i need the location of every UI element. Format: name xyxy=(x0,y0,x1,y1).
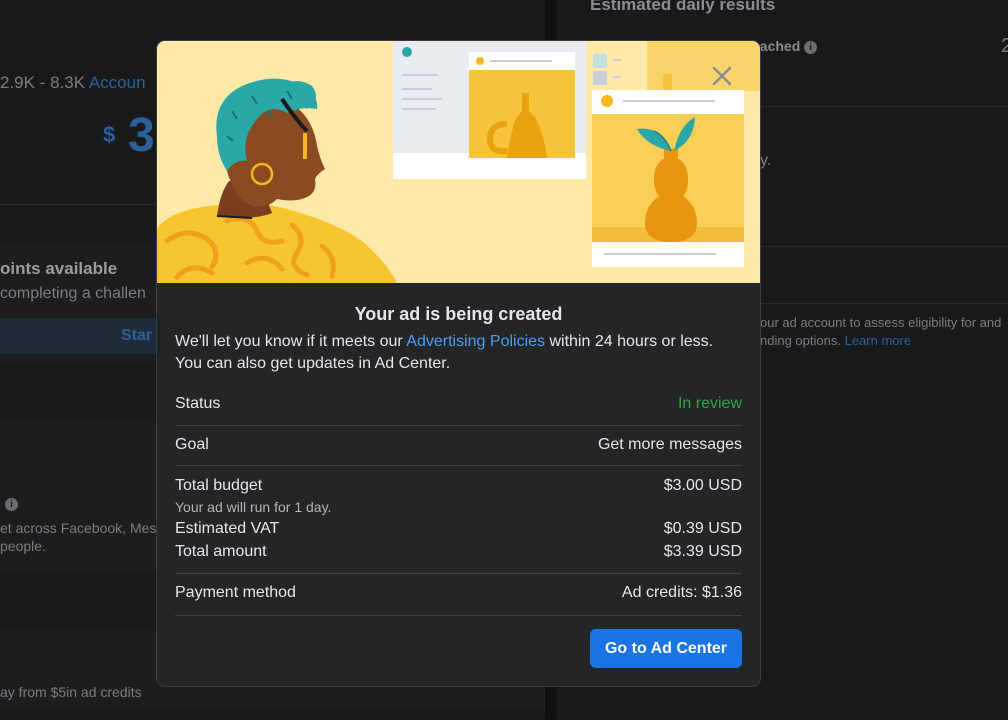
payment-method-value: Ad credits: $1.36 xyxy=(621,584,742,601)
points-title: oints available xyxy=(0,259,118,278)
status-value: In review xyxy=(677,395,742,412)
total-budget-value: $3.00 USD xyxy=(663,477,742,494)
go-to-ad-center-button[interactable]: Go to Ad Center xyxy=(590,629,742,668)
status-row: Status In review xyxy=(175,395,742,415)
eligibility-text: our ad account to assess eligibility for… xyxy=(760,315,1002,330)
advertising-policies-link[interactable]: Advertising Policies xyxy=(406,333,545,350)
accounts-range: 2.9K - 8.3K Accoun xyxy=(0,73,146,92)
estimated-results-title: Estimated daily results xyxy=(590,0,776,14)
goal-row: Goal Get more messages xyxy=(175,436,742,454)
total-amount-row: Total amount $3.39 USD xyxy=(175,543,742,563)
info-icon: i xyxy=(804,40,818,54)
credits-text: ay from $5in ad credits xyxy=(0,684,142,700)
description-text-end: within 24 hours or less. xyxy=(545,333,714,350)
placement-text: et across Facebook, Mess xyxy=(0,520,164,536)
start-button-label: Star xyxy=(121,327,153,344)
hero-illustration xyxy=(157,41,760,283)
close-icon xyxy=(712,66,732,86)
status-label: Status xyxy=(175,395,221,412)
learn-more-link[interactable]: Learn more xyxy=(845,333,911,348)
dialog-content: Your ad is being created We'll let you k… xyxy=(175,283,742,616)
goal-label: Goal xyxy=(175,436,209,453)
payment-method-row: Payment method Ad credits: $1.36 xyxy=(175,584,742,602)
woman-viewing-posts-illustration xyxy=(157,41,760,283)
dialog-description: We'll let you know if it meets our Adver… xyxy=(175,331,742,375)
budget-amount: 3 xyxy=(128,109,155,162)
divider xyxy=(175,615,742,616)
eligibility-text-2: nding options. Learn more xyxy=(760,333,912,348)
ad-created-dialog: Your ad is being created We'll let you k… xyxy=(157,41,760,686)
description-text: We'll let you know if it meets our xyxy=(175,333,407,350)
total-amount-value: $3.39 USD xyxy=(663,543,742,560)
total-budget-row: Total budget $3.00 USD xyxy=(175,477,742,495)
reached-label: eached i xyxy=(752,38,818,54)
people-text: people. xyxy=(0,538,46,554)
reached-count: 2 xyxy=(1001,35,1008,57)
total-amount-label: Total amount xyxy=(175,543,267,560)
goal-value: Get more messages xyxy=(597,436,742,453)
vat-value: $0.39 USD xyxy=(663,520,742,537)
close-button[interactable] xyxy=(707,61,737,91)
description-line-2: You can also get updates in Ad Center. xyxy=(175,355,451,372)
currency-symbol: $ xyxy=(103,122,116,147)
daily-hint: y. xyxy=(760,152,772,169)
total-budget-label: Total budget xyxy=(175,477,263,494)
info-icon: i xyxy=(5,496,18,514)
vat-row: Estimated VAT $0.39 USD xyxy=(175,520,742,540)
payment-method-label: Payment method xyxy=(175,584,296,601)
run-duration-note: Your ad will run for 1 day. xyxy=(175,499,332,515)
vat-label: Estimated VAT xyxy=(175,520,280,537)
dialog-title: Your ad is being created xyxy=(354,304,563,324)
points-subtitle: completing a challen xyxy=(0,285,146,302)
